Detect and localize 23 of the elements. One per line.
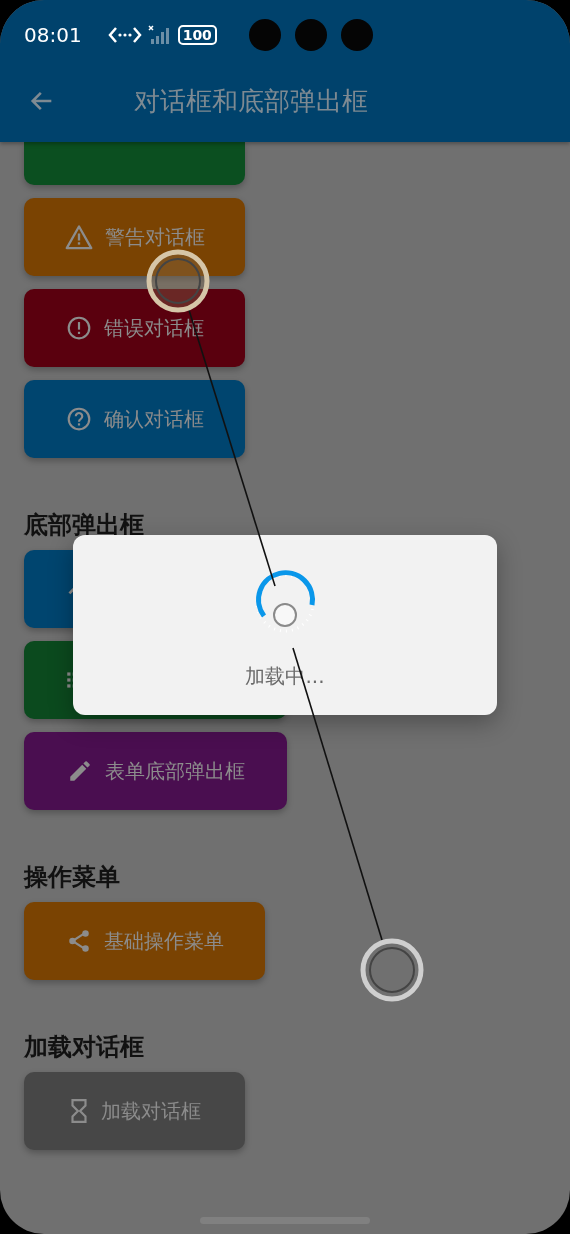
app-bar-title: 对话框和底部弹出框 bbox=[134, 84, 368, 118]
action-button[interactable]: 表单底部弹出框 bbox=[24, 732, 287, 810]
action-button[interactable]: 基础操作菜单 bbox=[24, 902, 265, 980]
battery-level: 100 bbox=[177, 25, 217, 45]
status-time: 08:01 bbox=[24, 23, 82, 47]
code-icon bbox=[107, 25, 142, 45]
section-heading: 操作菜单 bbox=[24, 862, 121, 892]
camera-hole bbox=[248, 19, 281, 51]
camera-hole bbox=[340, 19, 373, 51]
hourglass-icon bbox=[68, 1098, 89, 1124]
section-heading: 底部弹出框 bbox=[24, 510, 145, 540]
action-button[interactable]: 错误对话框 bbox=[24, 289, 245, 367]
question-circle-icon bbox=[65, 406, 92, 432]
signal-icon bbox=[147, 25, 172, 45]
action-button[interactable]: 加载对话框 bbox=[24, 1072, 245, 1150]
touch-point-icon bbox=[360, 938, 424, 1002]
touch-point-icon bbox=[146, 249, 210, 313]
warning-icon bbox=[64, 224, 93, 250]
section-heading: 加载对话框 bbox=[24, 1032, 145, 1062]
action-button[interactable]: 警告对话框 bbox=[24, 198, 245, 276]
action-button[interactable]: 确认对话框 bbox=[24, 380, 245, 458]
camera-hole bbox=[294, 19, 327, 51]
exclamation-circle-icon bbox=[65, 315, 92, 341]
